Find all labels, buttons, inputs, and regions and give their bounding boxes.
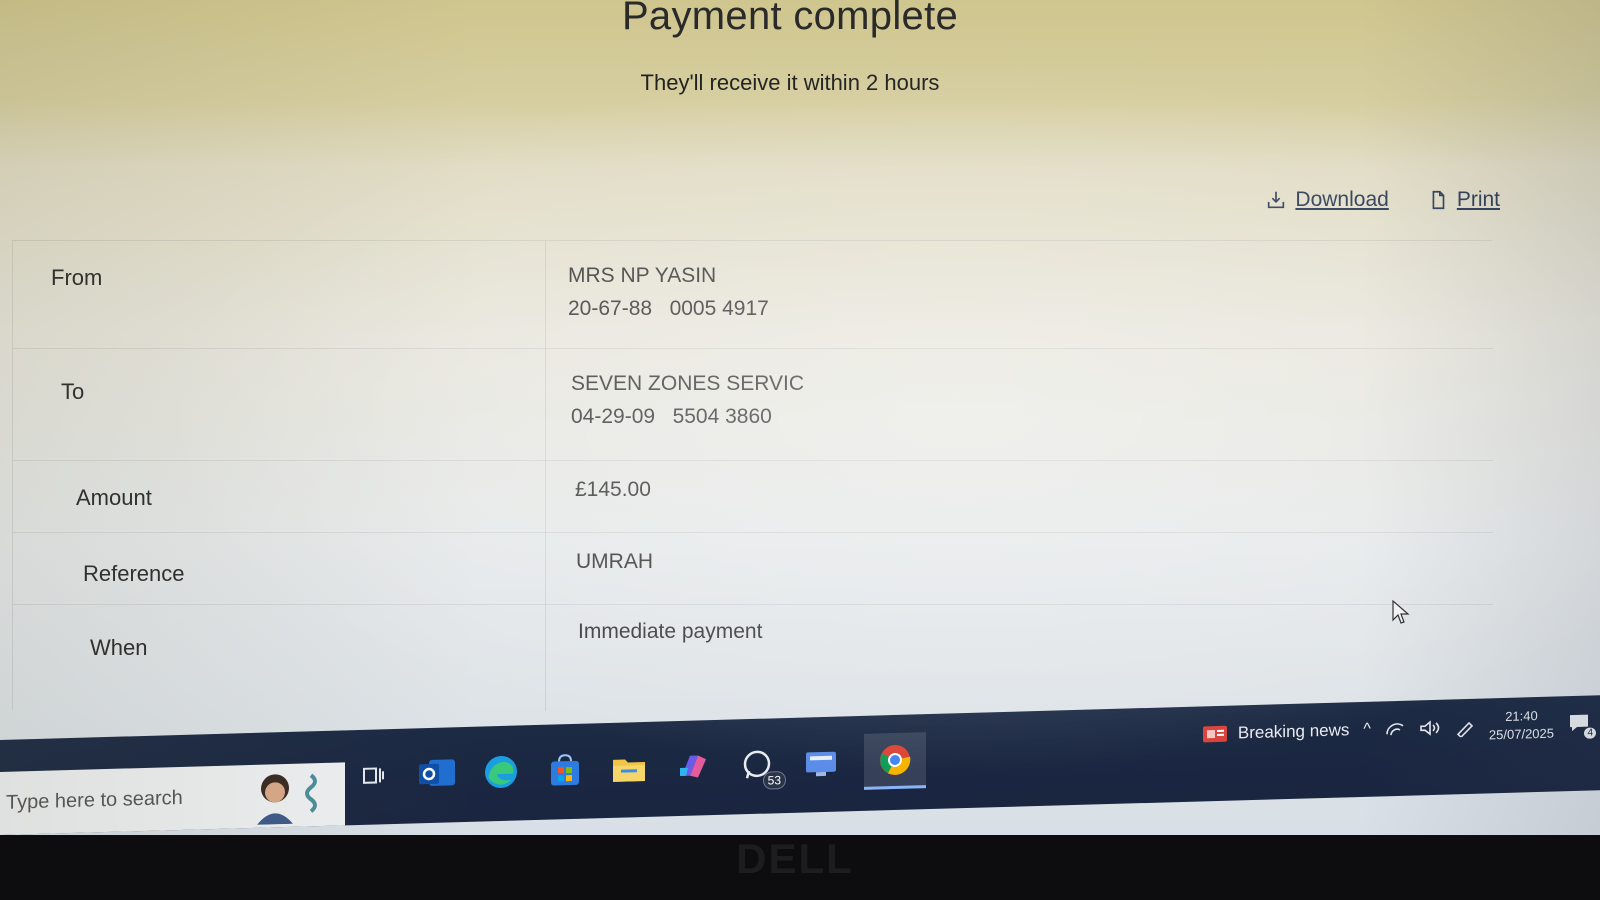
receipt-actions: Download Print: [1265, 188, 1500, 212]
from-account-number: 0005 4917: [669, 297, 769, 320]
pen-icon[interactable]: [1455, 717, 1475, 738]
whatsapp-unread-badge: 53: [762, 771, 786, 790]
edge-button[interactable]: [480, 750, 522, 793]
pinned-apps: 53: [352, 732, 926, 804]
page-title: Payment complete: [621, 0, 959, 38]
when-value: Immediate payment: [578, 620, 763, 643]
browser-viewport: Payment complete They'll receive it with…: [0, 0, 1600, 835]
to-account-number: 5504 3860: [672, 405, 772, 428]
monitor-brand-logo: DELL: [736, 835, 854, 882]
task-view-button[interactable]: [352, 754, 394, 797]
notification-count: 4: [1584, 727, 1596, 739]
wifi-icon[interactable]: [1385, 720, 1405, 739]
chrome-button[interactable]: [864, 732, 926, 790]
volume-icon[interactable]: [1419, 719, 1441, 738]
to-sort-code: 04-29-09: [571, 405, 656, 428]
edge-icon: [485, 755, 517, 789]
outlook-icon: [419, 759, 455, 786]
to-name: SEVEN ZONES SERVIC: [571, 372, 805, 395]
reference-row: Reference UMRAH: [13, 533, 1493, 605]
from-value: MRS NP YASIN 20-67-88 0005 4917: [568, 259, 769, 325]
search-highlight-illustration: [257, 773, 317, 825]
copilot-icon: [680, 755, 706, 778]
amount-value: £145.00: [575, 478, 651, 501]
news-label: Breaking news: [1237, 720, 1350, 743]
print-icon: [1432, 190, 1445, 210]
download-label: Download: [1295, 188, 1389, 211]
chrome-icon: [880, 744, 911, 775]
taskbar-search[interactable]: Type here to search: [0, 762, 345, 835]
delivery-subtitle: They'll receive it within 2 hours: [640, 70, 940, 95]
show-hidden-icons-chevron-icon[interactable]: ^: [1363, 721, 1371, 739]
clock-time: 21:40: [1505, 708, 1538, 724]
search-placeholder: Type here to search: [6, 786, 183, 814]
from-row: From MRS NP YASIN 20-67-88 0005 4917: [13, 241, 1493, 349]
to-value: SEVEN ZONES SERVIC 04-29-09 5504 3860: [571, 367, 804, 433]
reference-value: UMRAH: [576, 550, 653, 573]
when-row: When Immediate payment: [13, 605, 1493, 685]
notification-center-button[interactable]: 4: [1568, 713, 1596, 739]
whatsapp-button[interactable]: 53: [736, 743, 786, 790]
amount-row: Amount £145.00: [13, 461, 1493, 533]
outlook-button[interactable]: [416, 752, 458, 795]
news-widget[interactable]: Breaking news: [1202, 719, 1350, 745]
reference-label: Reference: [83, 561, 185, 586]
to-label: To: [61, 379, 85, 404]
copilot-button[interactable]: [672, 745, 714, 788]
windows-taskbar: Type here to search 53 Breaking news ^ 2…: [0, 695, 1600, 835]
task-view-icon: [363, 767, 384, 784]
when-label: When: [90, 635, 148, 660]
mouse-cursor-icon: [1392, 600, 1410, 624]
download-link[interactable]: Download: [1265, 188, 1389, 212]
teams-button[interactable]: [800, 741, 842, 784]
confirmation-header: Payment complete They'll receive it with…: [0, 0, 1600, 140]
file-explorer-icon: [613, 759, 645, 782]
store-icon: [551, 754, 579, 786]
file-explorer-button[interactable]: [608, 747, 650, 790]
from-sort-code: 20-67-88: [568, 297, 653, 320]
download-icon: [1268, 191, 1285, 209]
store-button[interactable]: [544, 749, 586, 792]
print-label: Print: [1456, 188, 1500, 211]
news-icon: [1202, 725, 1227, 743]
to-row: To SEVEN ZONES SERVIC 04-29-09 5504 3860: [13, 349, 1493, 461]
from-label: From: [51, 265, 103, 290]
from-name: MRS NP YASIN: [568, 264, 717, 287]
clock-date: 25/07/2025: [1488, 725, 1554, 743]
payment-details-table: From MRS NP YASIN 20-67-88 0005 4917 To …: [12, 240, 1493, 711]
amount-label: Amount: [76, 485, 152, 510]
to-account: 04-29-09 5504 3860: [571, 400, 804, 433]
system-tray: Breaking news ^ 21:40 25/07/2025 4: [1202, 696, 1596, 763]
print-link[interactable]: Print: [1427, 188, 1500, 212]
teams-icon: [806, 751, 836, 777]
from-account: 20-67-88 0005 4917: [568, 292, 769, 325]
clock[interactable]: 21:40 25/07/2025: [1489, 707, 1554, 745]
